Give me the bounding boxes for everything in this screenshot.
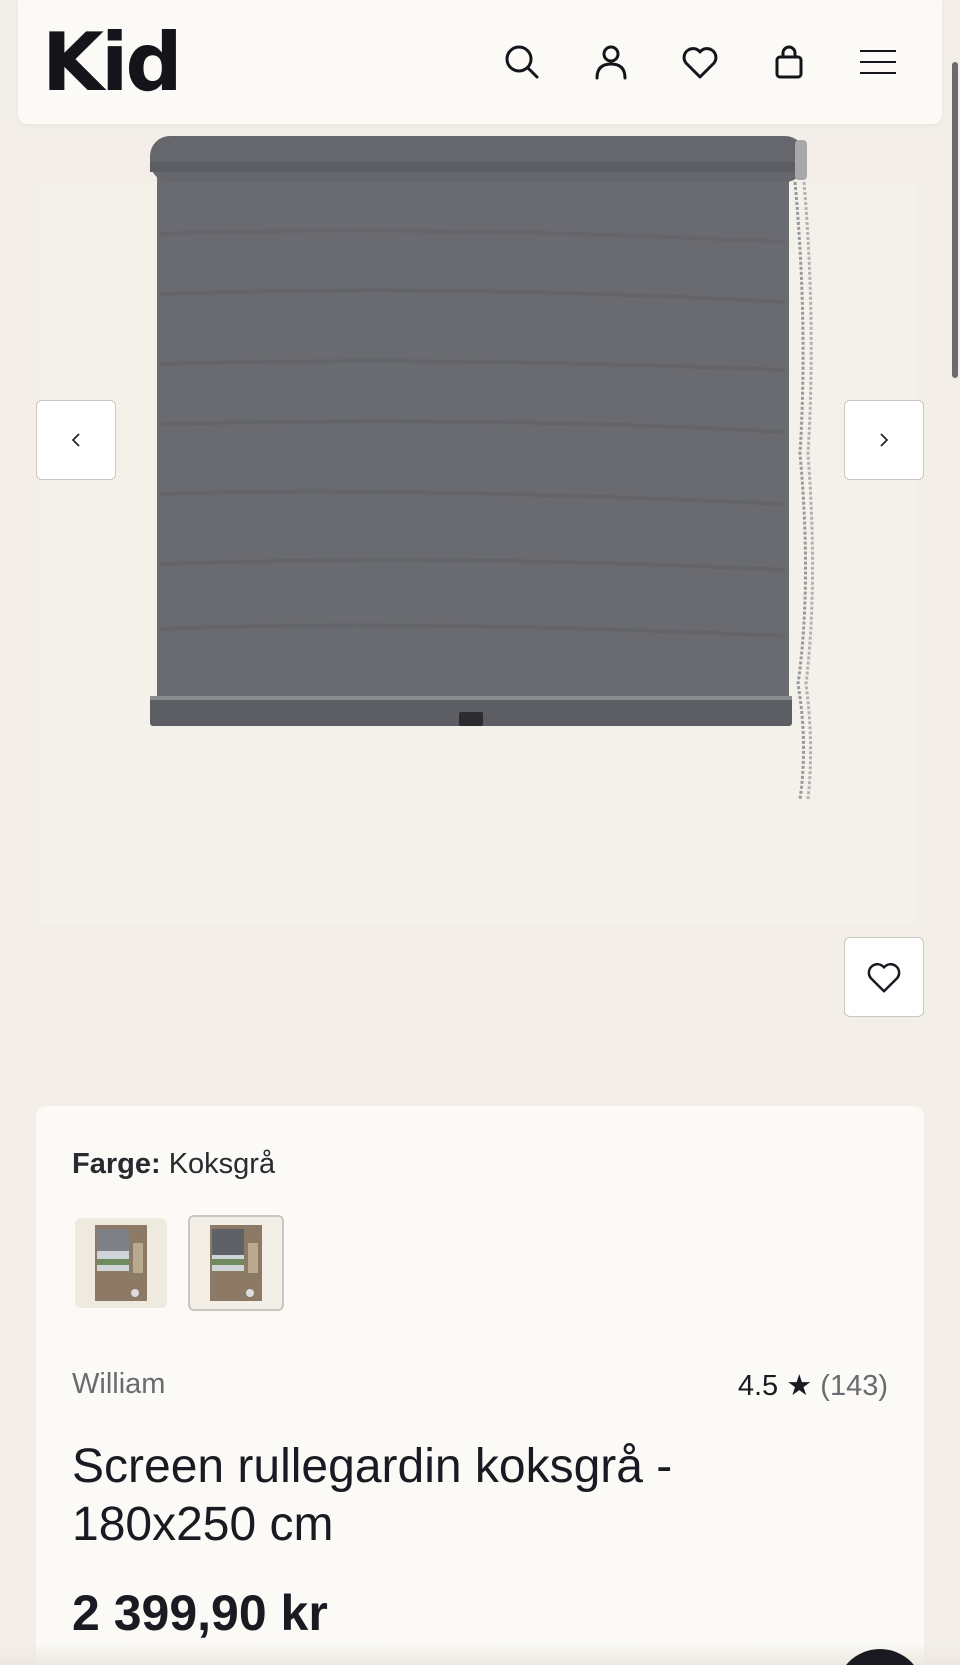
swatch-thumbnail (210, 1225, 262, 1301)
shopping-bag-icon[interactable] (765, 38, 813, 86)
product-brand[interactable]: William (72, 1368, 165, 1401)
user-icon[interactable] (587, 38, 635, 86)
product-gallery (0, 124, 960, 1074)
site-logo[interactable]: Kid (42, 18, 183, 108)
color-value: Koksgrå (168, 1148, 276, 1180)
heart-icon (867, 963, 901, 993)
product-price: 2 399,90 kr (72, 1585, 328, 1641)
product-info-card: Farge: Koksgrå William 4.5 ★ (143) Scree… (36, 1106, 924, 1665)
product-title: Screen rullegardin koksgrå - 180x250 cm (72, 1440, 673, 1551)
add-to-favorites-button[interactable] (844, 937, 924, 1017)
site-header: Kid (18, 0, 942, 124)
review-count: (143) (820, 1370, 888, 1402)
search-icon[interactable] (498, 38, 546, 86)
swatch-thumbnail (95, 1225, 147, 1301)
menu-icon[interactable] (854, 38, 902, 86)
chevron-right-icon (880, 433, 889, 447)
star-icon: ★ (786, 1370, 813, 1402)
wishlist-heart-icon[interactable] (676, 38, 724, 86)
color-swatch-selected[interactable] (188, 1215, 284, 1311)
product-image (150, 136, 815, 800)
bottom-fade (0, 1643, 960, 1665)
product-rating[interactable]: 4.5 ★ (143) (738, 1368, 888, 1403)
gallery-next-button[interactable] (844, 400, 924, 480)
color-swatch-option[interactable] (75, 1218, 167, 1308)
rating-value: 4.5 (737, 1370, 779, 1402)
color-label: Farge: (72, 1148, 161, 1180)
color-selector-label: Farge: Koksgrå (72, 1148, 275, 1181)
gallery-prev-button[interactable] (36, 400, 116, 480)
chevron-left-icon (71, 433, 80, 447)
